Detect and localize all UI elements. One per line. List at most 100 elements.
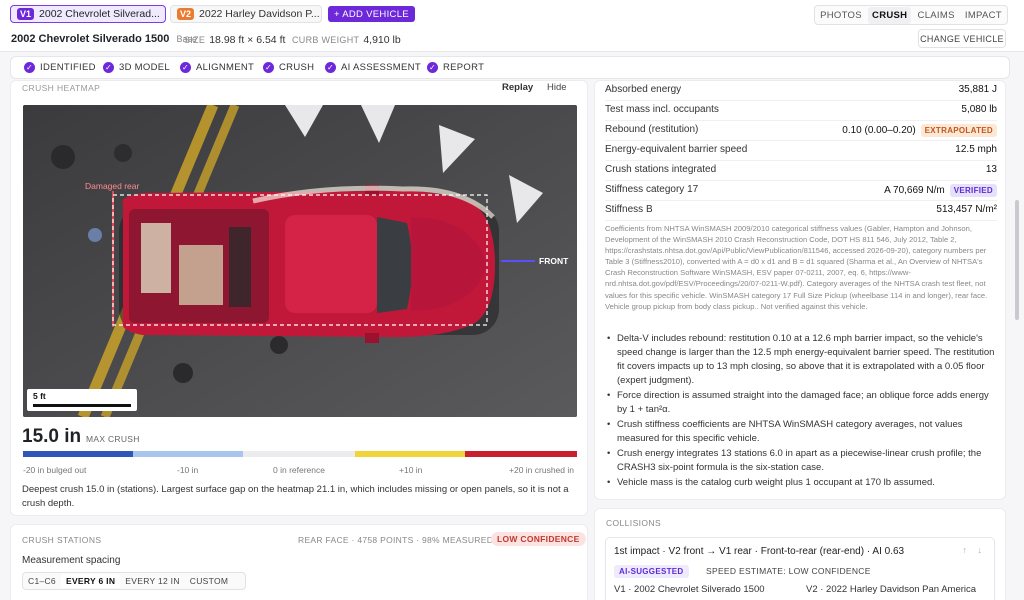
close-icon[interactable]: × [165, 8, 166, 20]
collision-v2-name: V2 · 2022 Harley Davidson Pan America [806, 584, 977, 595]
crush-heatmap-view[interactable]: Damaged rear FRONT 5 ft [23, 105, 577, 417]
step-alignment[interactable]: ✓ ALIGNMENT [180, 62, 254, 73]
metric-row: Rebound (restitution) 0.10 (0.00–0.20) EX… [605, 121, 997, 141]
bed-cargo [179, 245, 223, 305]
list-item: Delta-V includes rebound: restitution 0.… [605, 332, 997, 388]
bed-cargo [141, 223, 171, 293]
spacing-option-every-6[interactable]: EVERY 6 IN [60, 574, 121, 588]
spacing-selector: C1–C6 EVERY 6 IN EVERY 12 IN CUSTOM [22, 572, 246, 590]
verified-badge: VERIFIED [949, 184, 997, 197]
scale-segment-bulged [23, 451, 133, 457]
deepest-crush-note: Deepest crush 15.0 in (stations). Larges… [22, 484, 569, 509]
check-icon: ✓ [103, 62, 114, 73]
metric-label: Energy-equivalent barrier speed [605, 144, 748, 155]
scale-tick: -10 in [177, 465, 199, 475]
scale-segment-reference [243, 451, 355, 457]
tab-claims[interactable]: CLAIMS [914, 7, 959, 24]
vehicle-curb-weight: CURB WEIGHT 4,910 lb [292, 34, 401, 46]
check-icon: ✓ [180, 62, 191, 73]
hide-button[interactable]: Hide [547, 82, 567, 93]
collision-v1-name: V1 · 2002 Chevrolet Silverado 1500 [614, 584, 765, 595]
metric-label: Rebound (restitution) [605, 124, 699, 135]
metric-label: Stiffness B [605, 204, 653, 215]
metric-row: Absorbed energy 35,881 J [605, 81, 997, 101]
vehicle-tab-v1[interactable]: V1 2002 Chevrolet Silverad... × [10, 5, 166, 23]
crush-heatmap-panel: CRUSH HEATMAP Replay Hide Damaged rear F… [10, 80, 588, 516]
metric-value: 12.5 mph [955, 144, 997, 155]
tab-photos[interactable]: PHOTOS [816, 7, 866, 24]
check-icon: ✓ [427, 62, 438, 73]
scale-legend: 5 ft [27, 389, 137, 411]
coefficients-source-note: Coefficients from NHTSA WinSMASH 2009/20… [605, 224, 988, 311]
scale-tick: +10 in [399, 465, 423, 475]
scale-segment-crushed [465, 451, 577, 457]
scale-tick: -20 in bulged out [23, 465, 87, 475]
collisions-panel: COLLISIONS 1st impact · V2 front → V1 re… [594, 508, 1006, 600]
debris [173, 363, 193, 383]
heatmap-title: CRUSH HEATMAP [22, 83, 101, 93]
replay-button[interactable]: Replay [502, 82, 533, 93]
confidence-badge: LOW CONFIDENCE [491, 532, 586, 546]
list-item: Crush energy integrates 13 stations 6.0 … [605, 447, 997, 475]
vehicle-title: 2002 Chevrolet Silverado 1500 Base [11, 33, 197, 45]
metric-value: 513,457 N/m² [936, 204, 997, 215]
top-bar: V1 2002 Chevrolet Silverad... × V2 2022 … [0, 0, 1024, 52]
metric-row: Test mass incl. occupants 5,080 lb [605, 101, 997, 121]
bed-cargo [229, 227, 251, 307]
metric-row: Stiffness category 17 A 70,669 N/m VERIFI… [605, 181, 997, 201]
vehicle-tab-v2[interactable]: V2 2022 Harley Davidson P... ✦ × [170, 5, 322, 23]
front-label: FRONT [539, 256, 569, 266]
reorder-arrows-icon[interactable]: ↑ ↓ [962, 545, 986, 555]
tab-impact[interactable]: IMPACT [961, 7, 1006, 24]
metric-label: Test mass incl. occupants [605, 104, 719, 115]
metric-value: 13 [985, 164, 997, 175]
step-ai-assessment[interactable]: ✓ AI ASSESSMENT [325, 62, 421, 73]
max-crush-value: 15.0 in [22, 426, 82, 447]
metric-value: 5,080 lb [961, 104, 997, 115]
collision-summary: 1st impact · V2 front → V1 rear · Front-… [614, 546, 905, 557]
step-crush[interactable]: ✓ CRUSH [263, 62, 314, 73]
tab-crush[interactable]: CRUSH [868, 6, 912, 24]
step-report[interactable]: ✓ REPORT [427, 62, 484, 73]
spacing-option-every-12[interactable]: EVERY 12 IN [120, 574, 185, 588]
step-3d-model[interactable]: ✓ 3D MODEL [103, 62, 170, 73]
collision-card[interactable]: 1st impact · V2 front → V1 rear · Front-… [605, 537, 995, 600]
spacing-option-custom[interactable]: CUSTOM [185, 574, 233, 588]
check-icon: ✓ [263, 62, 274, 73]
vehicle-badge: V2 [177, 8, 195, 20]
scale-tick: 0 in reference [273, 465, 325, 475]
spacing-option-c1-c6[interactable]: C1–C6 [23, 574, 61, 588]
list-item: Vehicle mass is the catalog curb weight … [605, 476, 997, 490]
workflow-steps: ✓ IDENTIFIED ✓ 3D MODEL ✓ ALIGNMENT ✓ CRUSH … [10, 56, 1010, 79]
measurement-spacing-label: Measurement spacing [22, 555, 121, 566]
collisions-title: COLLISIONS [606, 518, 662, 528]
max-crush-label: MAX CRUSH [86, 434, 140, 444]
page-scrollbar-thumb[interactable] [1015, 200, 1019, 320]
metric-label: Crush stations integrated [605, 164, 717, 175]
scale-tick: +20 in crushed in [509, 465, 574, 475]
heatmap-svg [23, 105, 577, 417]
extrapolated-badge: EXTRAPOLATED [920, 124, 997, 137]
metric-row: Stiffness B 513,457 N/m² [605, 201, 997, 221]
list-item: Crush stiffness coefficients are NHTSA W… [605, 418, 997, 446]
check-icon: ✓ [325, 62, 336, 73]
page-scrollbar-track[interactable] [1014, 80, 1020, 600]
list-item: Force direction is assumed straight into… [605, 389, 997, 417]
scale-legend-label: 5 ft [33, 391, 46, 401]
debris [88, 228, 102, 242]
vehicle-size: SIZE 18.98 ft × 6.54 ft [184, 34, 286, 46]
debris [114, 144, 132, 162]
vehicle-tab-label: 2022 Harley Davidson P... [199, 8, 320, 20]
add-vehicle-button[interactable]: + ADD VEHICLE [328, 6, 415, 22]
crush-stations-panel: CRUSH STATIONS REAR FACE · 4758 POINTS ·… [10, 524, 588, 600]
vehicle-tab-label: 2002 Chevrolet Silverad... [39, 8, 160, 20]
step-identified[interactable]: ✓ IDENTIFIED [24, 62, 96, 73]
ai-suggested-badge: AI-SUGGESTED [614, 565, 689, 578]
metric-value: 0.10 (0.00–0.20) EXTRAPOLATED [842, 124, 997, 137]
check-icon: ✓ [24, 62, 35, 73]
energy-results-panel: Absorbed energy 35,881 J Test mass incl.… [594, 80, 1006, 500]
change-vehicle-button[interactable]: CHANGE VEHICLE [918, 29, 1006, 48]
view-tabs: PHOTOS CRUSH CLAIMS IMPACT [814, 5, 1008, 25]
damaged-rear-label: Damaged rear [85, 181, 140, 191]
crush-stations-title: CRUSH STATIONS [22, 535, 102, 545]
